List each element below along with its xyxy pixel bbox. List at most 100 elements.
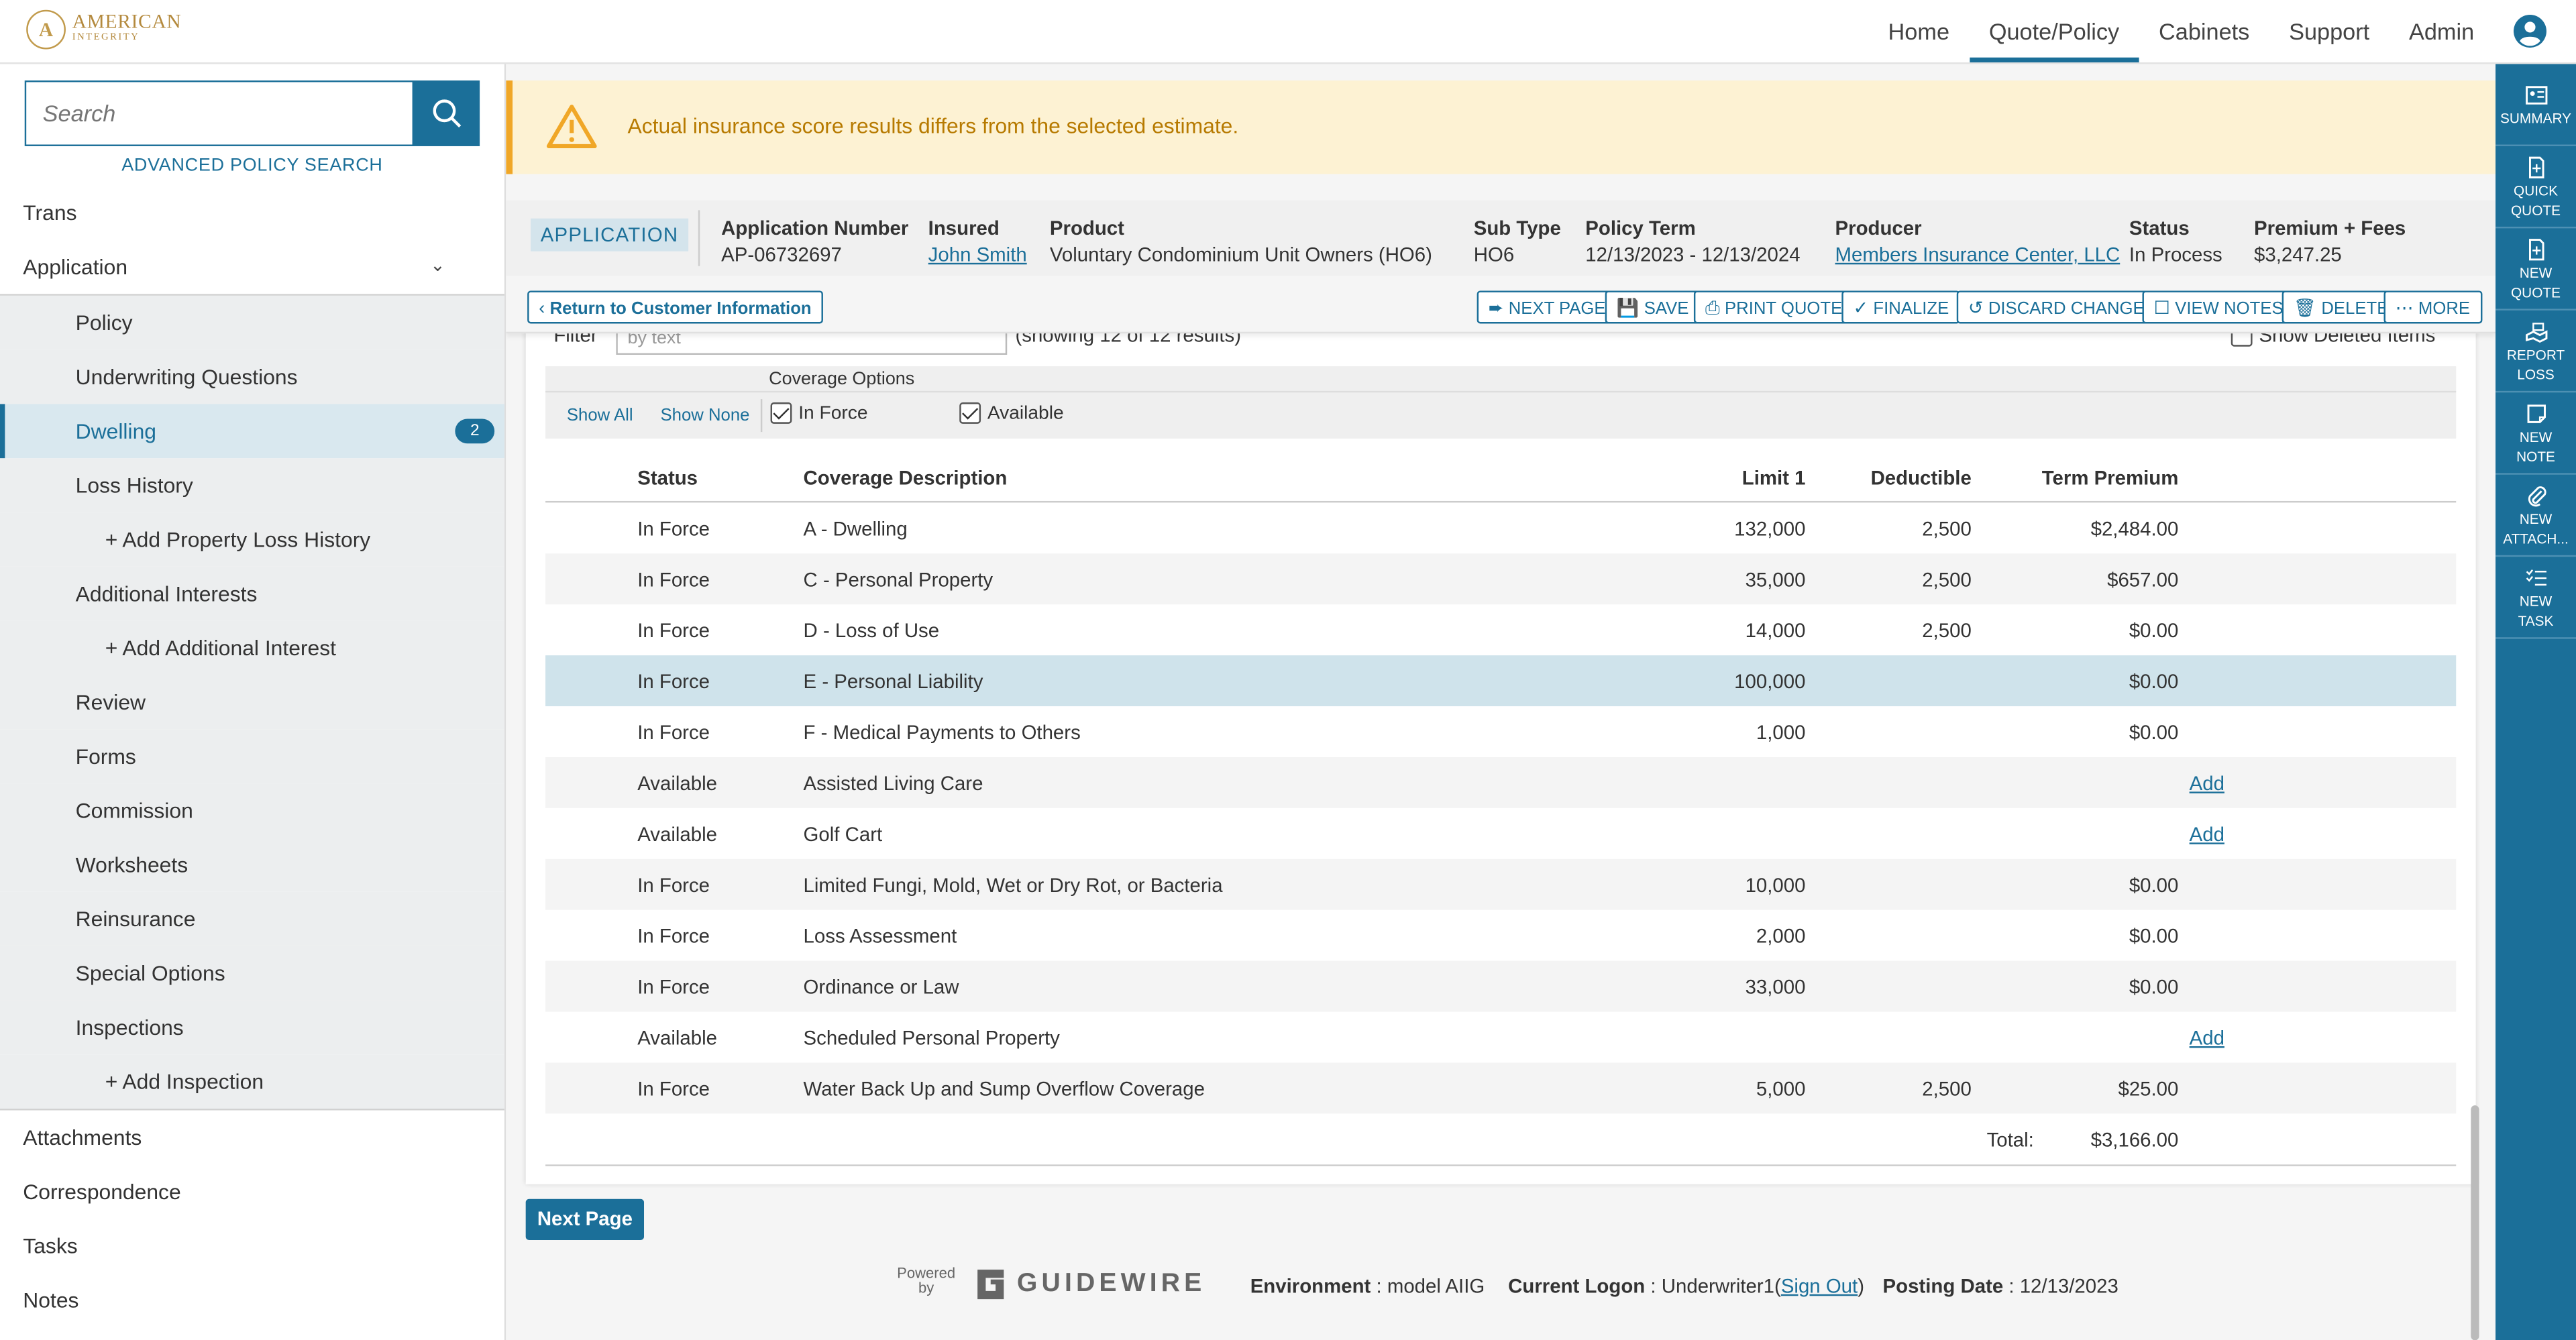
id-card-icon [2524, 85, 2547, 104]
cell-term-premium: $25.00 [2118, 1077, 2179, 1101]
top-bar: A AMERICAN INTEGRITY Home Quote/Policy C… [0, 0, 2576, 64]
table-row[interactable]: Available Golf Cart Add [545, 808, 2456, 859]
rail-summary[interactable]: SUMMARY [2496, 64, 2576, 146]
sidebar-item-additional-interests[interactable]: Additional Interests [0, 566, 504, 621]
in-force-checkbox[interactable] [770, 402, 792, 424]
add-coverage-link[interactable]: Add [2190, 823, 2224, 846]
sidebar-item-reinsurance[interactable]: Reinsurance [0, 891, 504, 946]
rail-new-attachment[interactable]: NEW ATTACH... [2496, 475, 2576, 557]
advanced-policy-search-link[interactable]: ADVANCED POLICY SEARCH [25, 156, 480, 176]
paperclip-icon [2527, 485, 2546, 506]
nav-quote-policy[interactable]: Quote/Policy [1969, 0, 2139, 63]
company-logo[interactable]: A AMERICAN INTEGRITY [26, 7, 181, 53]
nav-support[interactable]: Support [2269, 0, 2390, 62]
insured-link[interactable]: John Smith [928, 243, 1027, 266]
chevron-down-icon[interactable]: ⌄ [430, 240, 445, 294]
table-row[interactable]: In Force E - Personal Liability 100,000 $0.… [545, 655, 2457, 707]
sidebar-item-trans[interactable]: Trans [0, 186, 504, 240]
sidebar-item-commission[interactable]: Commission [0, 783, 504, 838]
return-to-customer-button[interactable]: ‹ Return to Customer Information [527, 290, 823, 324]
table-row[interactable]: Available Assisted Living Care Add [545, 757, 2457, 808]
rail-new-note[interactable]: NEW NOTE [2496, 392, 2576, 475]
nav-home[interactable]: Home [1868, 0, 1969, 62]
cell-status: Available [637, 822, 717, 846]
nav-cabinets[interactable]: Cabinets [2139, 0, 2269, 62]
column-limit[interactable]: Limit 1 [1742, 467, 1806, 490]
column-description[interactable]: Coverage Description [804, 467, 1008, 490]
producer-link[interactable]: Members Insurance Center, LLC [1835, 243, 2121, 266]
sidebar-item-policy[interactable]: Policy [0, 295, 504, 350]
sidebar-item-special-options[interactable]: Special Options [0, 946, 504, 1001]
nav-admin[interactable]: Admin [2390, 0, 2494, 62]
save-button[interactable]: 💾 SAVE [1605, 290, 1701, 324]
quick-action-rail: SUMMARY QUICK QUOTE NEW QUOTE REPORT LOS… [2496, 64, 2576, 1340]
coverage-options-title: Coverage Options [769, 370, 915, 390]
cell-status: In Force [637, 975, 710, 999]
cell-term-premium: $0.00 [2129, 873, 2179, 897]
sidebar-item-add-inspection[interactable]: + Add Inspection [0, 1054, 504, 1109]
next-page-button[interactable]: Next Page [525, 1198, 645, 1240]
filter-available-option[interactable]: Available [959, 402, 1064, 424]
user-account-icon[interactable] [2513, 15, 2546, 48]
cell-term-premium: $0.00 [2129, 619, 2179, 643]
delete-button[interactable]: 🗑 DELETE [2282, 290, 2400, 324]
arrow-right-icon: ➨ [1488, 298, 1504, 319]
chevron-left-icon: ‹ [539, 298, 545, 319]
table-row[interactable]: In Force F - Medical Payments to Others 1,… [545, 706, 2456, 757]
column-status[interactable]: Status [637, 467, 698, 490]
filter-in-force-option[interactable]: In Force [770, 402, 868, 424]
cell-status: In Force [637, 619, 710, 643]
rail-new-quote[interactable]: NEW QUOTE [2496, 228, 2576, 311]
next-page-toolbar-button[interactable]: ➨ NEXT PAGE [1477, 290, 1617, 324]
sidebar-item-add-additional-interest[interactable]: + Add Additional Interest [0, 620, 504, 675]
sidebar-item-notes[interactable]: Notes [0, 1273, 504, 1327]
search-input[interactable] [26, 98, 408, 129]
sidebar-item-attachments[interactable]: Attachments [0, 1111, 504, 1165]
sidebar-item-dwelling[interactable]: Dwelling 2 [0, 404, 504, 459]
cell-term-premium: $0.00 [2129, 721, 2179, 744]
table-row[interactable]: In Force Limited Fungi, Mold, Wet or Dry … [545, 858, 2457, 910]
more-button[interactable]: ⋯ MORE [2383, 290, 2482, 324]
main-scrollbar[interactable] [2471, 1105, 2479, 1340]
table-row[interactable]: In Force Water Back Up and Sump Overflow … [545, 1062, 2457, 1114]
sidebar-item-add-property-loss-history[interactable]: + Add Property Loss History [0, 512, 504, 567]
show-all-link[interactable]: Show All [567, 406, 633, 425]
rail-quick-quote[interactable]: QUICK QUOTE [2496, 146, 2576, 229]
sidebar-item-application[interactable]: Application ⌄ [0, 240, 504, 294]
environment-info: Environment : model AIIG [1250, 1274, 1485, 1298]
sidebar-item-correspondence[interactable]: Correspondence [0, 1164, 504, 1219]
sidebar-item-worksheets[interactable]: Worksheets [0, 837, 504, 892]
view-notes-button[interactable]: ☐ VIEW NOTES [2142, 290, 2295, 324]
sidebar-item-review[interactable]: Review [0, 675, 504, 730]
sign-out-link[interactable]: Sign Out [1781, 1274, 1858, 1297]
table-row[interactable]: In Force Loss Assessment 2,000 $0.00 [545, 910, 2456, 961]
sidebar-item-loss-history[interactable]: Loss History [0, 458, 504, 513]
add-coverage-link[interactable]: Add [2190, 772, 2224, 795]
table-row[interactable]: In Force C - Personal Property 35,000 2,500… [545, 553, 2457, 605]
add-coverage-link[interactable]: Add [2190, 1027, 2224, 1050]
discard-changes-button[interactable]: ↺ DISCARD CHANGES [1956, 290, 2168, 324]
count-badge: 2 [455, 418, 495, 444]
save-icon: 💾 [1616, 298, 1640, 319]
column-term-premium[interactable]: Term Premium [2042, 467, 2179, 490]
sidebar-item-label: Dwelling [75, 418, 156, 444]
rail-report-loss[interactable]: REPORT LOSS [2496, 311, 2576, 393]
sidebar-item-inspections[interactable]: Inspections [0, 1000, 504, 1055]
sidebar-item-underwriting-questions[interactable]: Underwriting Questions [0, 349, 504, 404]
show-none-link[interactable]: Show None [660, 406, 749, 425]
table-row[interactable]: In Force A - Dwelling 132,000 2,500 $2,484.0… [545, 502, 2456, 553]
coverage-table: Status Coverage Description Limit 1 Dedu… [545, 455, 2457, 1166]
rail-new-task[interactable]: NEW TASK [2496, 557, 2576, 639]
cell-limit: 100,000 [1734, 670, 1806, 693]
table-row[interactable]: In Force D - Loss of Use 14,000 2,500 $0.00 [545, 604, 2456, 655]
table-row[interactable]: Available Scheduled Personal Property Add [545, 1012, 2456, 1063]
column-deductible[interactable]: Deductible [1871, 467, 1972, 490]
sidebar-item-tasks[interactable]: Tasks [0, 1219, 504, 1273]
sidebar-item-forms[interactable]: Forms [0, 729, 504, 784]
cell-term-premium: $0.00 [2129, 670, 2179, 693]
available-checkbox[interactable] [959, 402, 981, 424]
search-button[interactable] [412, 80, 480, 146]
print-quote-button[interactable]: ⎙ PRINT QUOTE [1693, 290, 1854, 324]
finalize-button[interactable]: ✓ FINALIZE [1841, 290, 1961, 324]
table-row[interactable]: In Force Ordinance or Law 33,000 $0.00 [545, 960, 2457, 1012]
